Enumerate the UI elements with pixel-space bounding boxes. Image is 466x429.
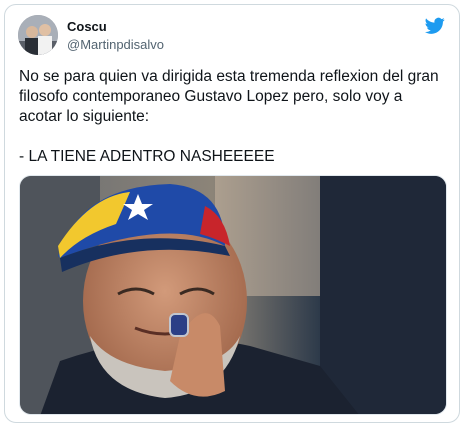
- avatar-photo: [18, 15, 58, 55]
- twitter-bird-icon[interactable]: [425, 17, 445, 35]
- author-handle[interactable]: @Martinpdisalvo: [67, 37, 164, 52]
- tweet-card: Coscu @Martinpdisalvo No se para quien v…: [4, 4, 460, 423]
- author-name[interactable]: Coscu: [67, 19, 107, 34]
- avatar[interactable]: [18, 15, 58, 55]
- tweet-photo[interactable]: [19, 175, 447, 415]
- tweet-image: [20, 176, 446, 414]
- tweet-text: No se para quien va dirigida esta tremen…: [19, 68, 439, 165]
